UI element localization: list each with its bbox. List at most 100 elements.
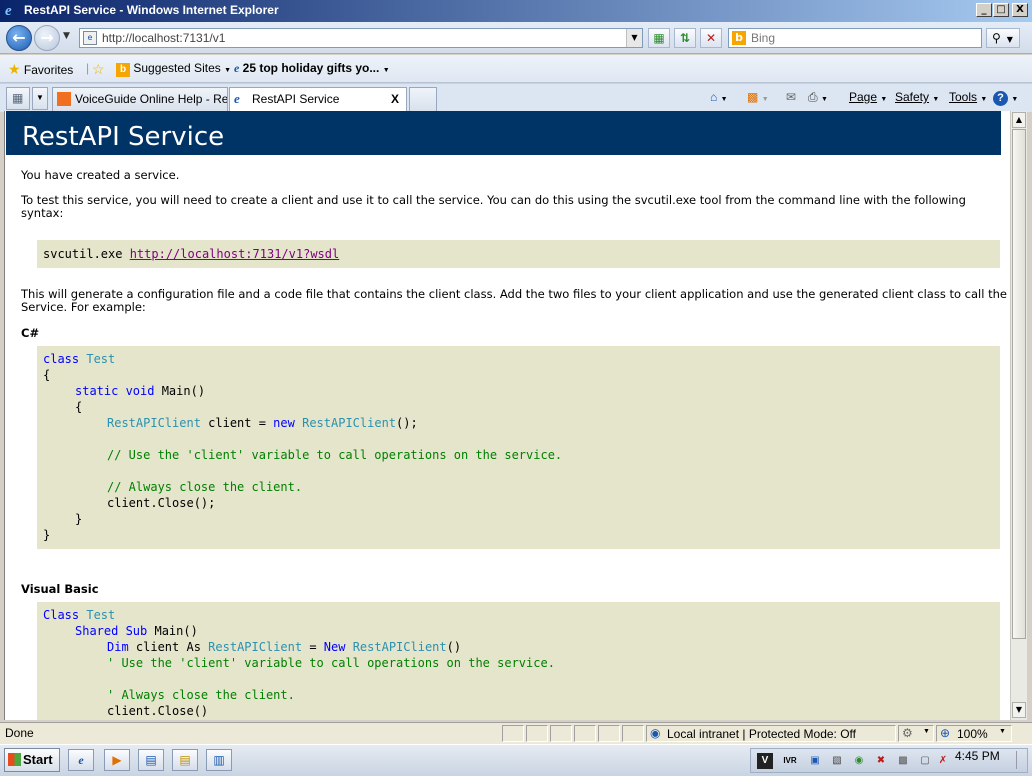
print-button[interactable]: ⎙ ▼ <box>808 90 828 105</box>
code-type: RestAPIClient <box>208 640 303 654</box>
code-comment: ' Use the 'client' variable to call oper… <box>107 656 555 670</box>
quick-tabs-button[interactable]: ▦ <box>6 87 30 110</box>
tab-voiceguide[interactable]: VoiceGuide Online Help - Rep... <box>52 87 228 112</box>
wsdl-link[interactable]: http://localhost:7131/v1?wsdl <box>130 247 340 261</box>
tray-shield-icon[interactable]: ◉ <box>851 753 867 769</box>
minimize-button[interactable]: _ <box>976 3 992 17</box>
add-to-favorites-button[interactable]: ☆ <box>92 61 105 78</box>
search-box[interactable]: b Bing <box>728 28 982 48</box>
start-button[interactable]: Start <box>4 748 60 772</box>
favorites-bar: ★ Favorites | ☆ b Suggested Sites ▼ e 25… <box>0 55 1032 83</box>
feeds-button[interactable]: ▩ ▼ <box>747 90 769 104</box>
close-window-button[interactable]: X <box>1012 3 1028 17</box>
code-text: client As <box>128 640 209 654</box>
code-type: RestAPIClient <box>352 640 447 654</box>
stop-button[interactable]: ✕ <box>700 28 722 48</box>
dropdown-icon: ▼ <box>224 67 232 74</box>
taskbar-ie-icon[interactable]: e <box>68 749 94 771</box>
address-dropdown-icon[interactable]: ▼ <box>626 29 642 47</box>
security-zone-text: Local intranet | Protected Mode: Off <box>667 727 856 741</box>
tray-volume-muted-icon[interactable]: ✗ <box>935 753 951 769</box>
code-line: } <box>75 512 83 526</box>
safety-menu[interactable]: Safety ▼ <box>895 90 939 104</box>
help-button[interactable]: ? ▼ <box>993 90 1018 106</box>
back-button[interactable]: ← <box>6 25 32 51</box>
address-bar[interactable]: e http://localhost:7131/v1 ▼ <box>79 28 643 48</box>
taskbar-explorer-icon[interactable]: ▤ <box>138 749 164 771</box>
scroll-thumb[interactable] <box>1012 129 1026 639</box>
code-keyword: new <box>273 416 295 430</box>
intro-line-1: To test this service, you will need to c… <box>21 193 966 207</box>
status-segment <box>526 725 548 742</box>
zoom-button[interactable]: ⊕ 100% ▼ <box>936 725 1012 742</box>
tray-v-icon[interactable]: V <box>757 753 773 769</box>
forward-button[interactable]: → <box>34 25 60 51</box>
bing-small-icon: b <box>116 63 130 77</box>
code-text: Main() <box>147 624 198 638</box>
zoom-level: 100% <box>957 727 988 741</box>
close-tab-icon[interactable]: X <box>391 92 399 106</box>
tab-restapi-service[interactable]: e RestAPI Service X <box>229 87 407 112</box>
refresh-button[interactable]: ⇅ <box>674 28 696 48</box>
maximize-button[interactable]: □ <box>993 3 1009 17</box>
tools-menu[interactable]: Tools ▼ <box>949 90 987 104</box>
page-menu[interactable]: Page ▼ <box>849 90 887 104</box>
new-tab-button[interactable] <box>409 87 437 112</box>
taskbar-media-player-icon[interactable]: ▶ <box>104 749 130 771</box>
safety-menu-label: Safety <box>895 90 930 104</box>
popup-blocker-button[interactable]: ⚙ ▼ <box>898 725 934 742</box>
dropdown-icon: ▼ <box>820 96 828 103</box>
code-line: { <box>43 368 51 382</box>
tray-network-icon[interactable]: ▣ <box>807 753 823 769</box>
tab-label: VoiceGuide Online Help - Rep... <box>75 92 228 106</box>
status-segment <box>574 725 596 742</box>
suggested-sites-button[interactable]: b Suggested Sites ▼ <box>116 61 231 77</box>
code-line: client.Close(); <box>107 496 216 510</box>
page-heading: RestAPI Service <box>6 111 1001 155</box>
tab-list-button[interactable]: ▼ <box>32 87 48 110</box>
compatibility-view-icon: ▦ <box>653 31 665 45</box>
mail-icon: ✉ <box>786 90 797 104</box>
compatibility-view-button[interactable]: ▦ <box>648 28 670 48</box>
vb-heading: Visual Basic <box>21 582 99 596</box>
tray-monitor-icon[interactable]: ▧ <box>829 753 845 769</box>
title-bar[interactable]: e RestAPI Service - Windows Internet Exp… <box>0 0 1032 22</box>
page-viewport[interactable]: RestAPI Service You have created a servi… <box>4 111 1010 720</box>
printer-icon: ⎙ <box>808 90 818 104</box>
feed-label: 25 top holiday gifts yo... <box>242 61 380 75</box>
vb-code-block: Class Test Shared Sub Main() Dim client … <box>37 602 1000 720</box>
csharp-heading: C# <box>21 326 40 340</box>
taskbar-folder-icon[interactable]: ▤ <box>172 749 198 771</box>
favorites-button[interactable]: ★ Favorites <box>8 61 73 78</box>
read-mail-button[interactable]: ✉ <box>786 90 796 104</box>
dropdown-icon: ▼ <box>880 96 888 103</box>
web-slice-feed-button[interactable]: e 25 top holiday gifts yo... ▼ <box>234 61 390 76</box>
search-button[interactable]: ⚲ ▼ <box>986 28 1020 48</box>
clock[interactable]: 4:45 PM <box>955 749 1000 763</box>
code-comment: ' Always close the client. <box>107 688 295 702</box>
tray-usb-icon[interactable]: ▢ <box>917 753 933 769</box>
search-placeholder[interactable]: Bing <box>751 31 775 45</box>
csharp-code-block: class Test { static void Main() { RestAP… <box>37 346 1000 549</box>
zoom-icon: ⊕ <box>940 726 951 740</box>
scroll-down-icon[interactable]: ▼ <box>1012 702 1026 718</box>
scroll-up-icon[interactable]: ▲ <box>1012 112 1026 128</box>
code-text: Main() <box>154 384 206 398</box>
vertical-scrollbar[interactable]: ▲ ▼ <box>1010 111 1027 720</box>
status-bar: Done ◉ Local intranet | Protected Mode: … <box>0 722 1032 744</box>
recent-pages-dropdown-icon[interactable]: ▼ <box>63 31 70 41</box>
address-url[interactable]: http://localhost:7131/v1 <box>102 31 225 45</box>
home-button[interactable]: ⌂ ▼ <box>710 90 728 104</box>
rss-feed-icon: ▩ <box>747 90 759 104</box>
code-keyword: New <box>323 640 346 654</box>
tray-warning-icon[interactable]: ✖ <box>873 753 889 769</box>
security-zone[interactable]: ◉ Local intranet | Protected Mode: Off <box>646 725 896 742</box>
tray-device-icon[interactable]: ▩ <box>895 753 911 769</box>
code-type: RestAPIClient <box>302 416 397 430</box>
tray-ivr-icon[interactable]: IVR <box>779 753 801 769</box>
show-desktop-button[interactable] <box>1016 751 1026 769</box>
page-icon: e <box>83 31 97 45</box>
search-options-dropdown-icon[interactable]: ▼ <box>1007 35 1013 44</box>
taskbar-window-icon[interactable]: ▥ <box>206 749 232 771</box>
tab-row: ▦ ▼ VoiceGuide Online Help - Rep... e Re… <box>0 84 1032 112</box>
